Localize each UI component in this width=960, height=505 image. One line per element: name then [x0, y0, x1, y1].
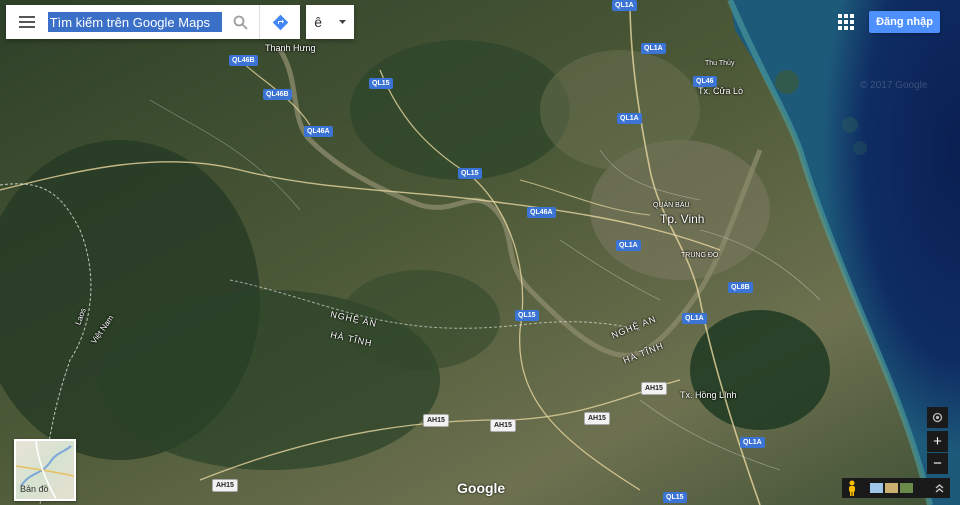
basemap-toggle-button[interactable]: Bản đồ	[14, 439, 76, 501]
directions-icon	[272, 14, 288, 30]
road-shield-ah15: AH15	[584, 412, 610, 425]
zoom-in-button[interactable]: +	[927, 431, 948, 452]
search-input[interactable]	[47, 12, 222, 32]
input-tools-button[interactable]: ê	[306, 5, 354, 39]
road-shield-ql15: QL15	[663, 492, 687, 503]
signin-button[interactable]: Đăng nhập	[869, 11, 940, 33]
search-button[interactable]	[222, 5, 260, 39]
road-shield-ql15: QL15	[458, 168, 482, 179]
bottom-controls-bar	[842, 478, 950, 498]
menu-icon	[18, 16, 35, 28]
place-label-vinh: Tp. Vinh	[660, 212, 705, 226]
place-label-thanh-hung: Thanh Hưng	[265, 43, 316, 53]
road-shield-ah15: AH15	[423, 414, 449, 427]
input-tools-label: ê	[314, 14, 323, 30]
pegman-icon	[849, 480, 855, 496]
apps-grid-icon[interactable]	[836, 12, 856, 32]
search-box	[6, 5, 300, 39]
imagery-thumbnail-1[interactable]	[870, 483, 883, 493]
road-shield-ql46: QL46	[693, 76, 717, 87]
road-shield-ql1a: QL1A	[740, 437, 765, 448]
place-label-cua-lo: Tx. Cửa Lò	[698, 86, 744, 96]
satellite-map[interactable]	[0, 0, 960, 505]
road-shield-ql1a: QL1A	[682, 313, 707, 324]
road-shield-ql46a: QL46A	[527, 207, 556, 218]
basemap-label: Bản đồ	[20, 484, 49, 494]
road-shield-ah15: AH15	[641, 382, 667, 395]
directions-button[interactable]	[259, 5, 300, 39]
road-shield-ql46b: QL46B	[263, 89, 292, 100]
my-location-icon	[932, 412, 943, 423]
road-shield-ql46b: QL46B	[229, 55, 258, 66]
road-shield-ql46a: QL46A	[304, 126, 333, 137]
search-icon	[233, 15, 248, 30]
expand-icon	[935, 483, 943, 492]
road-shield-ah15: AH15	[212, 479, 238, 492]
road-shield-ql8b: QL8B	[728, 282, 753, 293]
map-copyright: © 2017 Google	[860, 80, 928, 91]
road-shield-ql15: QL15	[515, 310, 539, 321]
my-location-button[interactable]	[927, 407, 948, 428]
google-logo: Google	[457, 480, 506, 496]
road-shield-ah15: AH15	[490, 419, 516, 432]
zoom-out-button[interactable]: −	[927, 453, 948, 474]
road-shield-ql1a: QL1A	[641, 43, 666, 54]
place-label-trung-do: TRUNG ĐÔ	[681, 252, 719, 259]
road-shield-ql15: QL15	[369, 78, 393, 89]
road-shield-ql1a: QL1A	[616, 240, 641, 251]
place-label-thu-thuy: Thu Thủy	[705, 60, 735, 67]
road-shield-ql1a: QL1A	[612, 0, 637, 11]
place-label-quan-bau: QUÁN BÀU	[653, 202, 690, 209]
expand-button[interactable]	[928, 478, 950, 498]
pegman-button[interactable]	[842, 478, 862, 498]
imagery-thumbnail-3[interactable]	[900, 483, 913, 493]
dropdown-arrow-icon	[338, 20, 346, 24]
place-label-hong-linh: Tx. Hồng Lĩnh	[680, 390, 737, 400]
road-shield-ql1a: QL1A	[617, 113, 642, 124]
menu-button[interactable]	[6, 5, 48, 39]
imagery-thumbnail-2[interactable]	[885, 483, 898, 493]
